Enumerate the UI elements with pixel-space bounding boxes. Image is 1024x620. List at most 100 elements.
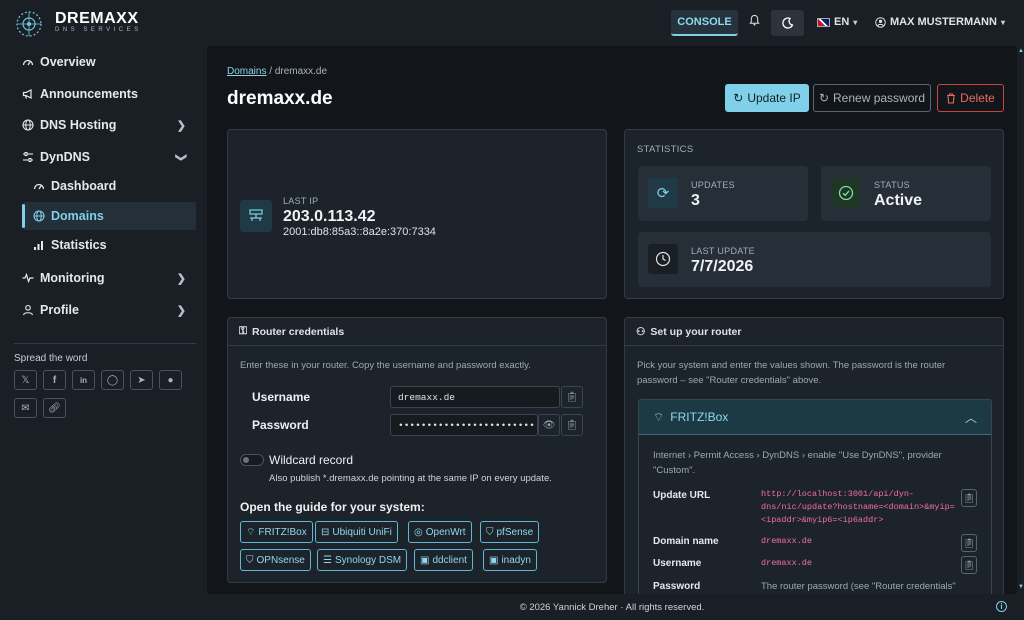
accordion-title: FRITZ!Box: [670, 410, 729, 424]
guide-chip-pfsense[interactable]: ⛉ pfSense: [480, 521, 540, 543]
main-content: Domains / dremaxx.de dremaxx.de ↻ Update …: [207, 46, 1017, 594]
guide-heading: Open the guide for your system:: [240, 500, 425, 514]
guide-chip-opnsense[interactable]: ⛉ OPNsense: [240, 549, 311, 571]
page-title: dremaxx.de: [227, 88, 333, 109]
copy-username-button[interactable]: 📋︎: [561, 386, 583, 408]
theme-toggle-button[interactable]: [771, 10, 804, 36]
copy-setup-username-button[interactable]: 📋︎: [961, 556, 977, 574]
statistics-card: STATISTICS ⟳ UPDATES 3 STATUS Active LAS…: [624, 129, 1004, 299]
share-linkedin-button[interactable]: in: [72, 370, 95, 390]
renew-password-label: Renew password: [833, 91, 926, 105]
sidebar-item-label: Monitoring: [40, 271, 105, 285]
show-password-button[interactable]: 👁︎: [538, 414, 560, 436]
copy-password-button[interactable]: 📋︎: [561, 414, 583, 436]
copy-update-url-button[interactable]: 📋︎: [961, 489, 977, 507]
copy-link-button[interactable]: 🔗︎: [43, 398, 66, 418]
setup-router-card: ⚇ Set up your router Pick your system and…: [624, 317, 1004, 594]
moon-icon: [781, 17, 793, 29]
breadcrumb-separator: /: [269, 66, 273, 77]
updates-stat: ⟳ UPDATES 3: [638, 166, 808, 221]
console-button[interactable]: CONSOLE: [671, 10, 738, 36]
language-selector[interactable]: EN ▾: [817, 16, 857, 28]
wildcard-toggle[interactable]: [240, 454, 264, 466]
sidebar-item-dashboard[interactable]: Dashboard: [24, 172, 196, 200]
guide-chip-synology[interactable]: ☰ Synology DSM: [317, 549, 408, 571]
notifications-button[interactable]: [749, 14, 760, 26]
status-label: STATUS: [874, 180, 910, 190]
last-update-value: 7/7/2026: [691, 258, 754, 275]
sidebar-item-domains[interactable]: Domains: [22, 202, 196, 230]
sidebar-item-dns-hosting[interactable]: DNS Hosting ❯: [12, 111, 196, 139]
scroll-down-icon: ▼: [1018, 584, 1024, 590]
share-whatsapp-button[interactable]: ◯: [101, 370, 124, 390]
sidebar-item-statistics[interactable]: Statistics: [24, 231, 196, 259]
sidebar-item-monitoring[interactable]: Monitoring ❯: [12, 264, 196, 292]
sidebar-item-announcements[interactable]: Announcements: [12, 80, 196, 108]
telegram-icon: ➤: [137, 374, 146, 386]
chip-label: Ubiquiti UniFi: [332, 526, 392, 538]
fritzbox-accordion: ⌔ FRITZ!Box ︿ Internet › Permit Access › …: [638, 399, 992, 594]
guide-chip-ddclient[interactable]: ▣ ddclient: [414, 549, 473, 571]
shield-icon: ⛉: [486, 526, 494, 538]
sidebar-item-profile[interactable]: Profile ❯: [12, 296, 196, 324]
footer-copyright: © 2026 Yannick Dreher · All rights reser…: [519, 601, 705, 613]
pulse-icon: [22, 272, 34, 284]
chevron-up-icon: ︿: [964, 410, 977, 425]
info-icon[interactable]: i: [996, 601, 1007, 612]
x-icon: 𝕏: [21, 374, 30, 386]
globe-icon: ◎: [414, 526, 423, 538]
ipv6-value: 2001:db8:85a3::8a2e:370:7334: [283, 226, 436, 238]
last-update-label: LAST UPDATE: [691, 246, 755, 256]
accordion-header-fritzbox[interactable]: ⌔ FRITZ!Box ︿: [639, 400, 991, 435]
gauge-icon: [22, 59, 34, 66]
router-icon: ⚇: [636, 325, 646, 338]
guide-chip-openwrt[interactable]: ◎ OpenWrt: [408, 521, 472, 543]
brand-subtitle: DNS SERVICES: [55, 27, 142, 33]
password-field[interactable]: ••••••••••••••••••••••••: [390, 414, 538, 436]
username-field[interactable]: dremaxx.de: [390, 386, 560, 408]
gauge-icon: [33, 183, 45, 190]
renew-password-button[interactable]: ↻ Renew password: [813, 84, 931, 112]
user-menu[interactable]: MAX MUSTERMANN ▾: [875, 16, 1005, 28]
sidebar-item-overview[interactable]: Overview: [12, 48, 196, 76]
refresh-icon: ↻: [733, 91, 744, 105]
sidebar-item-label: Profile: [40, 303, 79, 317]
top-bar: DREMAXX DNS SERVICES CONSOLE EN ▾ MAX MU…: [0, 0, 1024, 46]
terminal-icon: ▣: [489, 554, 499, 566]
sidebar-item-label: Statistics: [51, 238, 107, 252]
brand-logo[interactable]: [14, 9, 44, 39]
megaphone-icon: [22, 89, 32, 99]
update-ip-button[interactable]: ↻ Update IP: [725, 84, 809, 112]
domain-name-value: dremaxx.de: [761, 536, 813, 546]
fritzbox-path-line2: "Custom".: [653, 465, 696, 476]
link-icon: 🔗︎: [48, 402, 61, 414]
updates-value: 3: [691, 192, 700, 209]
fritzbox-path-line1: Internet › Permit Access › DynDNS › enab…: [653, 450, 942, 461]
copy-domain-button[interactable]: 📋︎: [961, 534, 977, 552]
caret-down-icon: ▾: [853, 17, 858, 27]
clipboard-icon: 📋︎: [963, 492, 975, 503]
guide-chip-fritzbox[interactable]: ⌔ FRITZ!Box: [240, 521, 313, 543]
globe-icon: [33, 210, 45, 222]
language-label: EN: [834, 16, 850, 28]
share-x-button[interactable]: 𝕏: [14, 370, 37, 390]
share-telegram-button[interactable]: ➤: [130, 370, 153, 390]
refresh-icon: ↻: [818, 91, 829, 105]
router-credentials-header: ⚿ Router credentials: [228, 318, 606, 346]
updates-label: UPDATES: [691, 180, 735, 190]
breadcrumb-link-domains[interactable]: Domains: [227, 66, 266, 77]
share-facebook-button[interactable]: f: [43, 370, 66, 390]
sliders-icon: [23, 152, 33, 162]
clipboard-icon: 📋︎: [565, 391, 579, 403]
scrollbar[interactable]: ▲ ▼: [1017, 46, 1024, 594]
guide-chip-unifi[interactable]: ⊟ Ubiquiti UniFi: [315, 521, 398, 543]
sidebar-item-dyndns[interactable]: DynDNS ❯: [12, 143, 196, 171]
facebook-icon: f: [52, 374, 57, 386]
share-email-button[interactable]: ✉: [14, 398, 37, 418]
trash-icon: [947, 92, 956, 104]
setup-username-label: Username: [653, 558, 702, 569]
delete-button[interactable]: Delete: [937, 84, 1004, 112]
share-reddit-button[interactable]: ●: [159, 370, 182, 390]
chip-label: FRITZ!Box: [258, 526, 307, 538]
guide-chip-inadyn[interactable]: ▣ inadyn: [483, 549, 537, 571]
